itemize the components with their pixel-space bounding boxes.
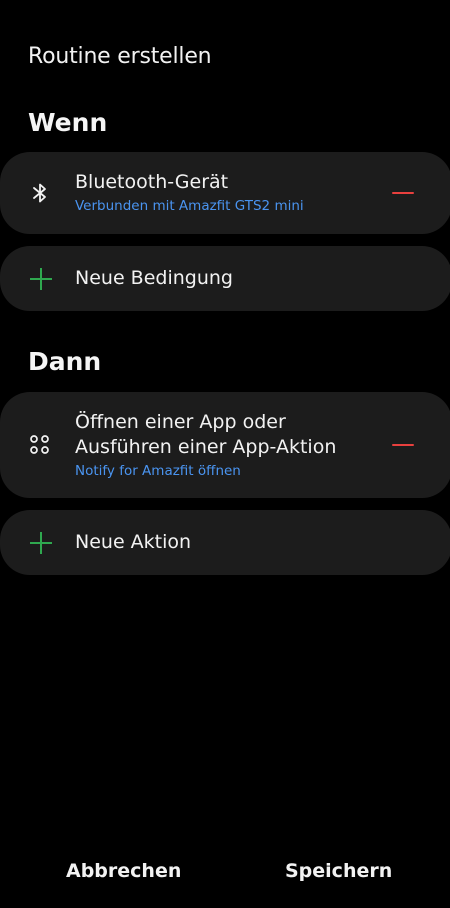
add-condition-label: Neue Bedingung: [75, 267, 233, 289]
condition-card-bluetooth[interactable]: Bluetooth-Gerät Verbunden mit Amazfit GT…: [0, 152, 450, 234]
add-condition-button[interactable]: Neue Bedingung: [0, 246, 450, 311]
add-action-text: Neue Aktion: [75, 530, 191, 555]
condition-subtitle: Verbunden mit Amazfit GTS2 mini: [75, 198, 304, 214]
minus-icon: [392, 192, 414, 194]
remove-condition-button[interactable]: [380, 173, 426, 213]
action-card-open-app[interactable]: Öffnen einer App oder Ausführen einer Ap…: [0, 392, 450, 498]
action-subtitle: Notify for Amazfit öffnen: [75, 463, 241, 479]
then-section-title: Dann: [28, 347, 102, 376]
action-text: Öffnen einer App oder Ausführen einer Ap…: [75, 410, 336, 481]
save-button[interactable]: Speichern: [285, 860, 392, 882]
plus-icon: [29, 267, 53, 291]
plus-icon: [29, 531, 53, 555]
cancel-button[interactable]: Abbrechen: [66, 860, 181, 882]
remove-action-button[interactable]: [380, 425, 426, 465]
add-condition-text: Neue Bedingung: [75, 266, 233, 291]
routine-screen: Routine erstellen Wenn Bluetooth-Gerät V…: [0, 0, 450, 908]
minus-icon: [392, 444, 414, 446]
add-action-button[interactable]: Neue Aktion: [0, 510, 450, 575]
apps-icon: [28, 433, 52, 457]
bluetooth-icon: [28, 181, 52, 205]
action-title-line2: Ausführen einer App-Aktion: [75, 436, 337, 458]
when-section-title: Wenn: [28, 108, 108, 137]
add-action-label: Neue Aktion: [75, 531, 192, 553]
condition-text: Bluetooth-Gerät Verbunden mit Amazfit GT…: [75, 170, 304, 216]
page-title: Routine erstellen: [28, 44, 212, 69]
condition-title: Bluetooth-Gerät: [75, 171, 229, 193]
action-title-line1: Öffnen einer App oder: [75, 411, 286, 433]
